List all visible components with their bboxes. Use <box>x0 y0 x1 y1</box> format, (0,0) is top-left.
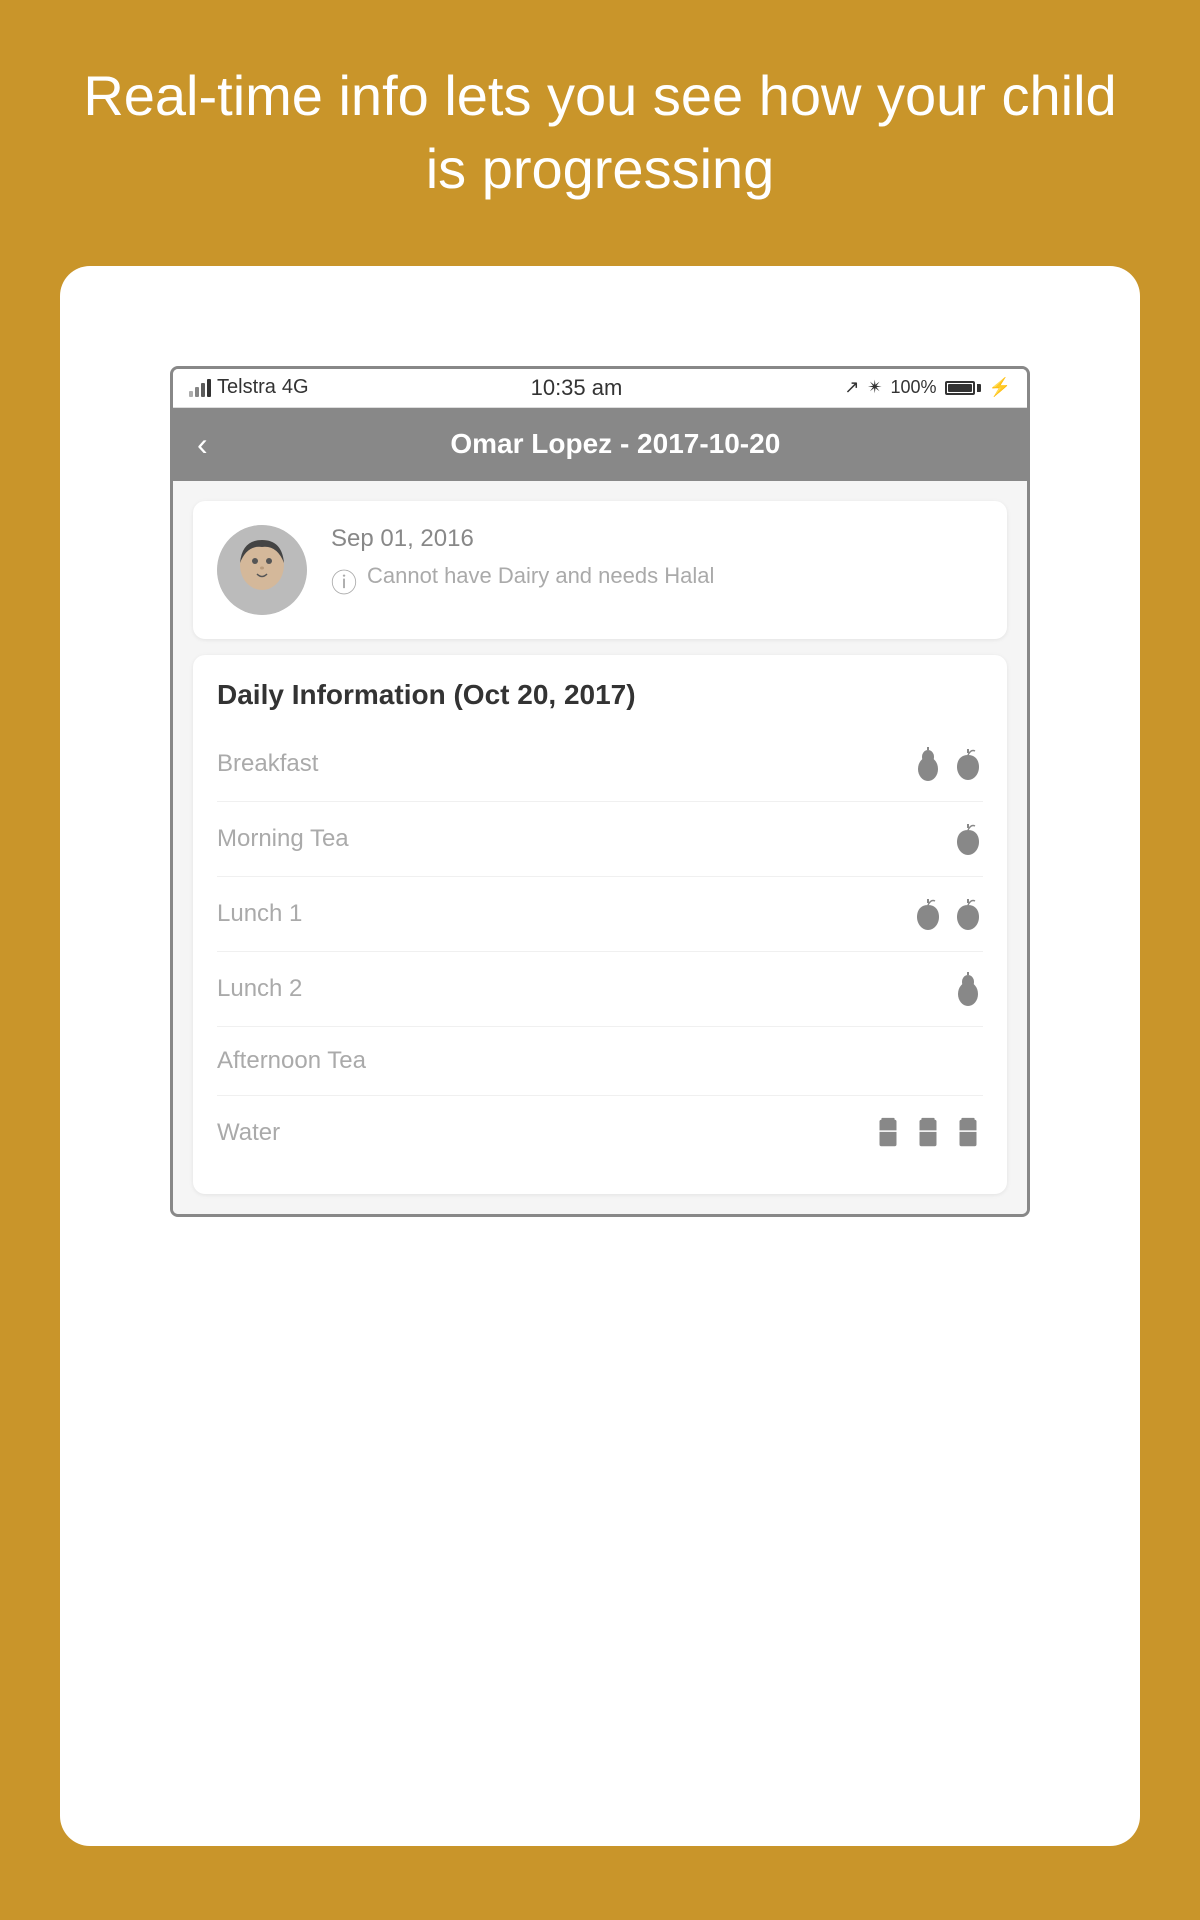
info-icon: ⓘ <box>331 563 357 600</box>
meal-icons-lunch2 <box>953 972 983 1006</box>
pear-icon-2 <box>953 972 983 1006</box>
daily-card: ‹ Daily Information (Oct 20, 2017) Break… <box>193 655 1007 1194</box>
content-area: Sep 01, 2016 ⓘ Cannot have Dairy and nee… <box>173 481 1027 1214</box>
meal-label-morning-tea: Morning Tea <box>217 825 349 853</box>
status-right: ↗ ✴ 100% ⚡ <box>844 377 1011 398</box>
page-header: Real-time info lets you see how your chi… <box>0 0 1200 266</box>
back-button[interactable]: ‹ <box>197 426 208 463</box>
profile-info: Sep 01, 2016 ⓘ Cannot have Dairy and nee… <box>331 525 714 600</box>
profile-note: ⓘ Cannot have Dairy and needs Halal <box>331 561 714 600</box>
apple-icon-3 <box>913 897 943 931</box>
meal-label-afternoon-tea: Afternoon Tea <box>217 1047 366 1075</box>
meal-icons-water <box>873 1116 983 1150</box>
meal-label-breakfast: Breakfast <box>217 750 318 778</box>
battery-icon <box>945 381 981 395</box>
apple-icon-1 <box>953 747 983 781</box>
pear-icon <box>913 747 943 781</box>
bluetooth-icon: ✴ <box>867 377 882 398</box>
header-section: Real-time info lets you see how your chi… <box>0 0 1200 266</box>
phone-container: Telstra 4G 10:35 am ↗ ✴ 100% ⚡ <box>60 266 1140 1846</box>
water-icon-2 <box>913 1116 943 1150</box>
nav-title: Omar Lopez - 2017-10-20 <box>228 428 1003 460</box>
charging-icon: ⚡ <box>989 377 1011 398</box>
meal-label-water: Water <box>217 1119 280 1147</box>
profile-note-text: Cannot have Dairy and needs Halal <box>367 561 714 592</box>
daily-title: Daily Information (Oct 20, 2017) <box>217 679 983 711</box>
profile-date: Sep 01, 2016 <box>331 525 714 553</box>
meal-row-lunch2: Lunch 2 <box>217 952 983 1027</box>
signal-bars <box>189 379 211 397</box>
avatar <box>217 525 307 615</box>
meal-label-lunch1: Lunch 1 <box>217 900 302 928</box>
apple-icon-2 <box>953 822 983 856</box>
meal-row-breakfast: Breakfast <box>217 727 983 802</box>
status-left: Telstra 4G <box>189 376 309 399</box>
apple-icon-4 <box>953 897 983 931</box>
battery-percent: 100% <box>891 377 937 398</box>
meal-icons-lunch1 <box>913 897 983 931</box>
water-icon-3 <box>953 1116 983 1150</box>
water-icon-1 <box>873 1116 903 1150</box>
meal-row-morning-tea: Morning Tea <box>217 802 983 877</box>
meal-row-lunch1: Lunch 1 <box>217 877 983 952</box>
carrier-label: Telstra <box>217 376 276 399</box>
status-bar: Telstra 4G 10:35 am ↗ ✴ 100% ⚡ <box>173 369 1027 408</box>
location-icon: ↗ <box>844 377 859 398</box>
profile-card: Sep 01, 2016 ⓘ Cannot have Dairy and nee… <box>193 501 1007 639</box>
meal-row-afternoon-tea: Afternoon Tea <box>217 1027 983 1096</box>
meal-row-water: Water <box>217 1096 983 1170</box>
meal-icons-morning-tea <box>953 822 983 856</box>
network-label: 4G <box>282 376 309 399</box>
meal-label-lunch2: Lunch 2 <box>217 975 302 1003</box>
phone-screen: Telstra 4G 10:35 am ↗ ✴ 100% ⚡ <box>170 366 1030 1217</box>
meal-icons-breakfast <box>913 747 983 781</box>
time-label: 10:35 am <box>531 375 623 401</box>
nav-bar: ‹ Omar Lopez - 2017-10-20 <box>173 408 1027 481</box>
